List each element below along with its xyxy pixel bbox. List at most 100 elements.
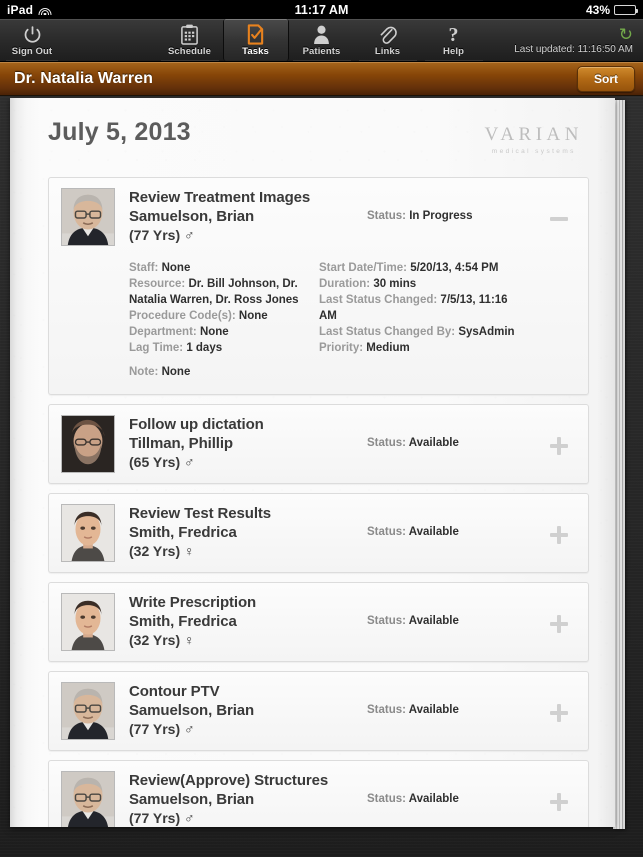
expand-button[interactable]	[544, 520, 574, 550]
page-header: July 5, 2013 VARIAN medical systems	[48, 118, 589, 155]
calendar-clipboard-icon	[180, 24, 199, 45]
tab-patients-label: Patients	[302, 45, 341, 57]
detail-value: 5/20/13, 4:54 PM	[410, 262, 499, 274]
patient-age: (65 Yrs) ♂	[129, 453, 361, 472]
status-label: Status:	[367, 615, 406, 627]
sign-out-label: Sign Out	[11, 45, 53, 57]
wifi-icon	[38, 5, 52, 15]
task-card[interactable]: Follow up dictation Tillman, Phillip (65 Y…	[48, 404, 589, 484]
power-icon	[22, 24, 43, 45]
detail-value: 30 mins	[373, 278, 417, 290]
status-value: In Progress	[409, 210, 473, 222]
task-title: Write Prescription	[129, 594, 257, 611]
task-card-header: Contour PTV Samuelson, Brian (77 Yrs) ♂ Sta…	[61, 682, 574, 740]
detail-label: Start Date/Time:	[319, 262, 407, 274]
patient-age: (77 Yrs) ♂	[129, 720, 361, 739]
person-icon	[312, 24, 331, 45]
collapse-button[interactable]	[544, 204, 574, 234]
refresh-circular-arrow-icon[interactable]: ↻	[619, 26, 633, 43]
detail-label: Procedure Code(s):	[129, 310, 236, 322]
detail-label: Lag Time:	[129, 342, 184, 354]
patient-age-text: (77 Yrs)	[129, 721, 181, 737]
expand-button[interactable]	[544, 787, 574, 817]
task-card[interactable]: Write Prescription Smith, Fredrica (32 Yrs…	[48, 582, 589, 662]
tab-patients[interactable]: Patients	[289, 19, 355, 61]
task-card[interactable]: Review(Approve) Structures Samuelson, Bri…	[48, 760, 589, 827]
patient-age-text: (77 Yrs)	[129, 227, 181, 243]
patient-name: Smith, Fredrica	[129, 524, 237, 541]
task-list: Review Treatment Images Samuelson, Brian(…	[48, 177, 589, 827]
expand-button[interactable]	[544, 609, 574, 639]
status-value: Available	[408, 704, 459, 716]
avatar	[61, 415, 115, 473]
task-title: Review Test Results	[129, 505, 272, 522]
sign-out-button[interactable]: Sign Out	[2, 19, 62, 61]
status-bar-right: 43%	[586, 3, 638, 17]
varian-tagline: medical systems	[491, 148, 576, 155]
status-value: Available	[408, 437, 459, 449]
detail-label: Last Status Changed:	[319, 294, 438, 306]
patient-age: (77 Yrs) ♂	[129, 809, 361, 827]
patient-age: (32 Yrs) ♀	[129, 631, 361, 650]
detail-label: Duration:	[319, 278, 371, 290]
detail-label: Note:	[129, 366, 159, 378]
expand-button[interactable]	[544, 698, 574, 728]
patient-name: Tillman, Phillip	[129, 435, 233, 452]
status-bar-clock: 11:17 AM	[294, 2, 349, 17]
status-value: Available	[408, 615, 459, 627]
detail-value: None	[161, 262, 191, 274]
varian-wordmark-text: VARIAN	[484, 124, 583, 145]
detail-row: Priority: Medium	[319, 340, 520, 356]
detail-value: SysAdmin	[458, 326, 515, 338]
patient-age-text: (65 Yrs)	[129, 454, 181, 470]
detail-row: Procedure Code(s): None	[129, 308, 305, 324]
battery-icon	[614, 4, 638, 15]
plus-icon	[550, 437, 568, 455]
varian-logo: VARIAN medical systems	[485, 118, 589, 155]
tab-help[interactable]: ? Help	[421, 19, 487, 61]
tab-links-label: Links	[374, 45, 401, 57]
status-value: Available	[408, 793, 459, 805]
detail-label: Resource:	[129, 278, 186, 290]
task-title: Contour PTV	[129, 683, 220, 700]
patient-name: Samuelson, Brian	[129, 208, 255, 225]
detail-row: Note: None	[129, 364, 305, 380]
task-text-block: Review Treatment Images Samuelson, Brian(…	[129, 188, 361, 245]
detail-value: Medium	[366, 342, 410, 354]
task-card[interactable]: Review Treatment Images Samuelson, Brian(…	[48, 177, 589, 395]
device-label: iPad	[7, 2, 34, 17]
avatar	[61, 771, 115, 827]
detail-label: Priority:	[319, 342, 364, 354]
status-label: Status:	[367, 526, 406, 538]
expand-button[interactable]	[544, 431, 574, 461]
status-badge: Status: In Progress	[361, 188, 544, 222]
avatar	[61, 682, 115, 740]
task-card-header: Follow up dictation Tillman, Phillip (65 Y…	[61, 415, 574, 473]
tab-schedule[interactable]: Schedule	[157, 19, 223, 61]
patient-age: (77 Yrs) ♂	[129, 226, 361, 245]
patient-name: Samuelson, Brian	[129, 702, 255, 719]
detail-row: Last Status Changed By: SysAdmin	[319, 324, 520, 340]
patient-name: Smith, Fredrica	[129, 613, 237, 630]
patient-age-text: (32 Yrs)	[129, 632, 181, 648]
avatar	[61, 593, 115, 651]
tab-links[interactable]: Links	[355, 19, 421, 61]
task-card[interactable]: Review Test Results Smith, Fredrica (32 Yr…	[48, 493, 589, 573]
tab-tasks[interactable]: Tasks	[222, 19, 289, 61]
question-mark-icon: ?	[444, 24, 463, 45]
task-text-block: Write Prescription Smith, Fredrica (32 Yrs…	[129, 593, 361, 650]
task-card-header: Review Test Results Smith, Fredrica (32 Yr…	[61, 504, 574, 562]
status-badge: Status: Available	[361, 415, 544, 449]
gender-symbol-icon: ♂	[184, 227, 195, 243]
tab-help-label: Help	[443, 45, 464, 57]
gender-symbol-icon: ♂	[184, 454, 195, 470]
detail-row: Last Status Changed: 7/5/13, 11:16 AM	[319, 292, 520, 324]
last-updated-group[interactable]: ↻ Last updated: 11:16:50 AM	[514, 19, 643, 61]
status-label: Status:	[367, 793, 406, 805]
plus-icon	[550, 526, 568, 544]
task-card[interactable]: Contour PTV Samuelson, Brian (77 Yrs) ♂ Sta…	[48, 671, 589, 751]
detail-label: Last Status Changed By:	[319, 326, 456, 338]
plus-icon	[550, 615, 568, 633]
task-title: Follow up dictation	[129, 416, 264, 433]
sort-button[interactable]: Sort	[577, 65, 635, 92]
